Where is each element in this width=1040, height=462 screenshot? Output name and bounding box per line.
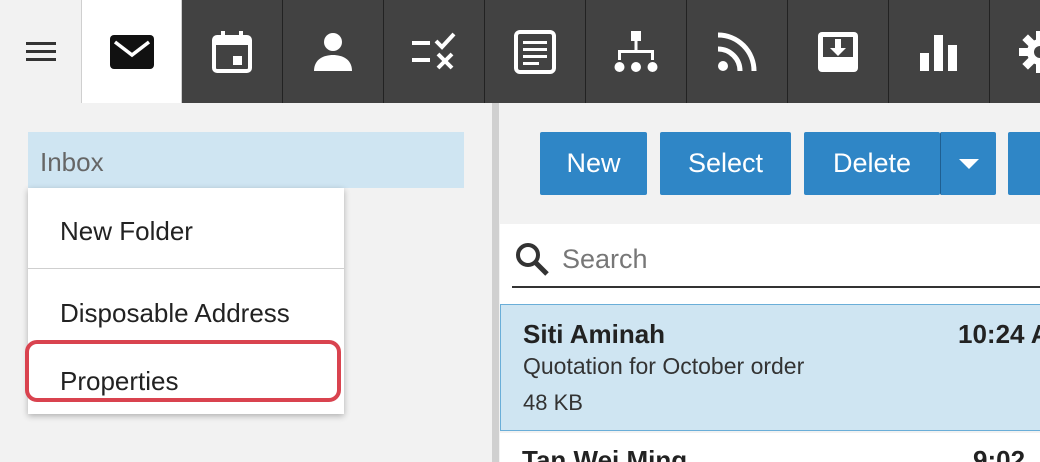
calendar-icon (212, 30, 252, 73)
tab-settings[interactable] (990, 0, 1040, 103)
contacts-icon (314, 32, 352, 71)
menu-item-label: Disposable Address (60, 298, 290, 328)
message-row[interactable]: Tan Wei Ming 9:02 (500, 433, 1040, 462)
tasks-icon (412, 32, 456, 69)
tab-mail[interactable] (81, 0, 182, 103)
delete-button-label: Delete (832, 148, 912, 178)
search-icon (516, 243, 549, 276)
highlight-outline (25, 340, 341, 402)
message-row[interactable]: Siti Aminah 10:24 A Quotation for Octobe… (500, 304, 1040, 431)
search-input[interactable] (562, 239, 1022, 279)
new-button-label: New (566, 148, 621, 178)
archive-download-icon (818, 31, 858, 72)
tab-reports[interactable] (889, 0, 990, 103)
bar-chart-icon (920, 34, 957, 71)
message-sender: Siti Aminah (523, 319, 666, 349)
notes-icon (514, 29, 556, 74)
tab-notes[interactable] (485, 0, 586, 103)
settings-gear-icon (1019, 30, 1040, 73)
pane-splitter[interactable] (492, 103, 499, 462)
delete-button[interactable]: Delete (804, 132, 940, 195)
delete-dropdown-button[interactable] (940, 132, 996, 195)
menu-item-new-folder[interactable]: New Folder (28, 188, 344, 268)
tab-calendar[interactable] (182, 0, 283, 103)
menu-item-label: New Folder (60, 216, 193, 246)
tab-rss[interactable] (687, 0, 788, 103)
top-navigation-bar (0, 0, 1040, 103)
message-time: 10:24 A (958, 319, 1040, 349)
message-size: 48 KB (523, 390, 583, 415)
hamburger-menu-icon[interactable] (0, 0, 81, 103)
chevron-down-icon (958, 158, 979, 169)
new-button[interactable]: New (540, 132, 647, 195)
select-button[interactable]: Select (660, 132, 791, 195)
tab-archive[interactable] (788, 0, 889, 103)
tab-org-chart[interactable] (586, 0, 687, 103)
menu-item-disposable-address[interactable]: Disposable Address (28, 269, 344, 341)
message-time: 9:02 (973, 445, 1026, 462)
org-chart-icon (614, 30, 658, 72)
message-sender: Tan Wei Ming (522, 445, 688, 462)
app-tabs (81, 0, 1040, 103)
mail-icon (109, 34, 154, 69)
folder-context-menu: New Folder Disposable Address Properties (25, 188, 344, 414)
tab-contacts[interactable] (283, 0, 384, 103)
message-pane: New Select Delete Siti Aminah 10:24 A Qu… (499, 103, 1040, 462)
rss-icon (717, 32, 757, 71)
folder-item-inbox[interactable]: Inbox (28, 132, 464, 188)
message-subject: Quotation for October order (523, 353, 805, 379)
folder-label: Inbox (40, 147, 104, 177)
search-underline (512, 286, 1040, 288)
select-button-label: Select (687, 148, 764, 178)
folder-pane: Inbox New Folder Disposable Address Prop… (0, 103, 492, 462)
search-bar (500, 224, 1040, 304)
tab-tasks[interactable] (384, 0, 485, 103)
more-toolbar-button[interactable] (1008, 132, 1040, 195)
